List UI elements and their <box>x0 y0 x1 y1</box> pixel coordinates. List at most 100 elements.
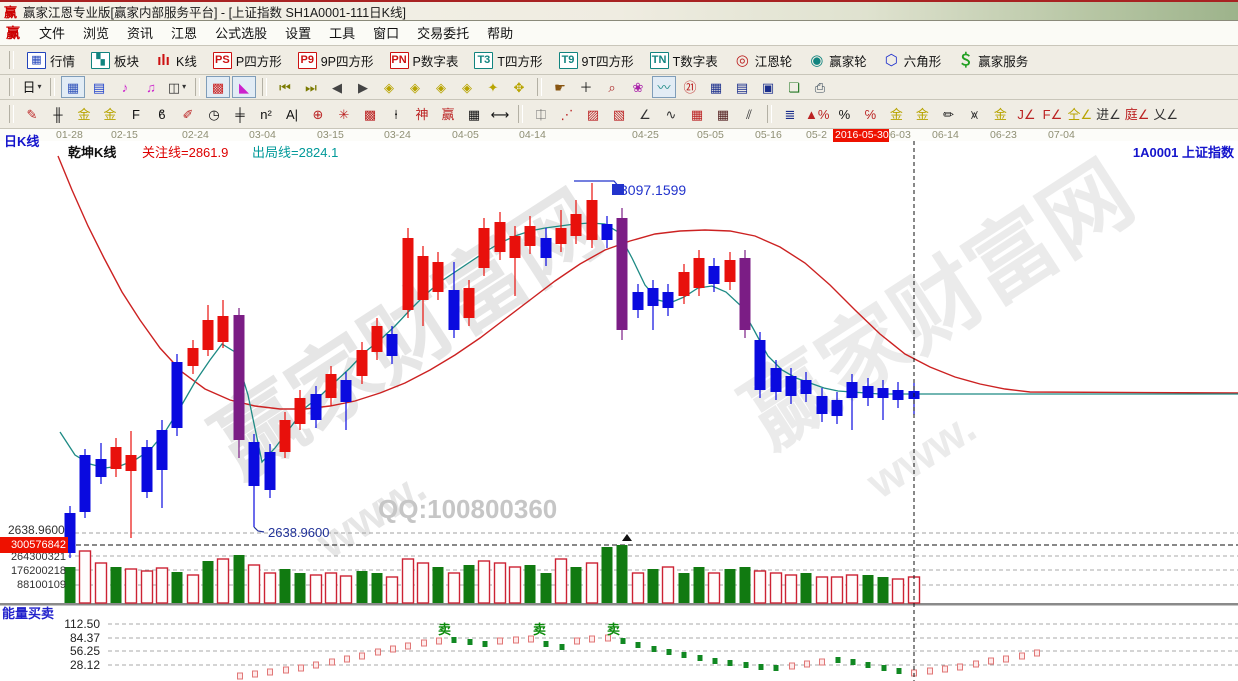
last-bar-button[interactable]: ⏭ <box>299 76 323 98</box>
save-button[interactable]: ▣ <box>756 76 780 98</box>
calendar-button[interactable]: ㉑ <box>678 76 702 98</box>
menu-item-浏览[interactable]: 浏览 <box>74 24 118 43</box>
percent-button[interactable]: % <box>832 102 856 126</box>
volume-profile-button[interactable]: ◣ <box>232 76 256 98</box>
candle-body <box>234 315 245 440</box>
gold-line2-button[interactable]: 金 <box>98 102 122 126</box>
pencil-tool-button[interactable]: ✎ <box>20 102 44 126</box>
n2-ruler-button[interactable]: n² <box>254 102 278 126</box>
ruler-123-button[interactable]: ▦ <box>462 102 486 126</box>
quotes-button[interactable]: ▦行情 <box>27 51 75 70</box>
menu-item-设置[interactable]: 设置 <box>276 24 320 43</box>
hatch-box2-button[interactable]: ▧ <box>607 102 631 126</box>
p-square-button[interactable]: PSP四方形 <box>213 51 282 70</box>
grid-box-button[interactable]: ▩ <box>358 102 382 126</box>
hexagon-button[interactable]: ⬡六角形 <box>883 51 942 70</box>
menu-item-工具[interactable]: 工具 <box>320 24 364 43</box>
chart-canvas[interactable]: 赢家财富网www.赢家财富网www.QQ:100800360卖卖卖3097.15… <box>0 141 1238 681</box>
winner-wheel-button[interactable]: ◉赢家轮 <box>808 51 867 70</box>
slash-rays-button[interactable]: ⫽ <box>737 102 761 126</box>
export-button[interactable]: ❏ <box>782 76 806 98</box>
gann-wheel-button[interactable]: ◎江恩轮 <box>734 51 793 70</box>
info-panel-button[interactable]: ▤ <box>87 76 111 98</box>
gann-grid-button[interactable]: ▩ <box>206 76 230 98</box>
clock-circle-button[interactable]: ◷ <box>202 102 226 126</box>
diamond-shrink-button[interactable]: ◈ <box>455 76 479 98</box>
menu-item-公式选股[interactable]: 公式选股 <box>206 24 276 43</box>
box-handle-button[interactable]: ⎅ <box>529 102 553 126</box>
menu-item-资讯[interactable]: 资讯 <box>118 24 162 43</box>
spiral-tool-button[interactable]: ϐ <box>150 102 174 126</box>
flower-tool-button[interactable]: ❀ <box>626 76 650 98</box>
gold-line1-button[interactable]: 金 <box>72 102 96 126</box>
diamond-cross-button[interactable]: ✥ <box>507 76 531 98</box>
ma3-button[interactable]: ♪ <box>113 76 137 98</box>
diamond-star-button[interactable]: ✦ <box>481 76 505 98</box>
first-bar-button[interactable]: ⏮ <box>273 76 297 98</box>
period-day-dropdown[interactable]: 日▾ <box>20 76 44 98</box>
brush-coin-button[interactable]: ✏ <box>936 102 960 126</box>
menu-item-文件[interactable]: 文件 <box>30 24 74 43</box>
ruler-tool-button[interactable]: ╫ <box>46 102 70 126</box>
t-square-button[interactable]: T3T四方形 <box>474 51 542 70</box>
peak-mark-button[interactable]: ⩙ <box>962 102 986 126</box>
a-line-button[interactable]: A| <box>280 102 304 126</box>
diamond-left-button[interactable]: ◈ <box>377 76 401 98</box>
h-arrow-button[interactable]: ⟷ <box>488 102 512 126</box>
percent-line-button[interactable]: ℅ <box>858 102 882 126</box>
menu-item-江恩[interactable]: 江恩 <box>162 24 206 43</box>
ying-tool-button[interactable]: 赢 <box>436 102 460 126</box>
circle-cross-button[interactable]: ⊕ <box>306 102 330 126</box>
t-number-table-button[interactable]: TNT数字表 <box>650 51 718 70</box>
gold-coin1-button[interactable]: 金 <box>884 102 908 126</box>
tick-ruler-button[interactable]: ╪ <box>228 102 252 126</box>
t9-square-button[interactable]: T99T四方形 <box>559 51 634 70</box>
diamond-right-button[interactable]: ◈ <box>403 76 427 98</box>
calculator-button[interactable]: ▦ <box>704 76 728 98</box>
angle-rays-button[interactable]: ∠ <box>633 102 657 126</box>
crosshair-button[interactable]: ＋ <box>574 76 598 98</box>
p-number-table-button[interactable]: PNP数字表 <box>390 51 459 70</box>
wave-tool-button[interactable]: 〰 <box>652 76 676 98</box>
menu-item-帮助[interactable]: 帮助 <box>478 24 522 43</box>
hatch-box1-button[interactable]: ▨ <box>581 102 605 126</box>
zoom-tool-button[interactable]: ⌕ <box>600 76 624 98</box>
date-tick: 02-24 <box>182 129 209 141</box>
candle-style-dropdown[interactable]: ◫▾ <box>165 76 189 98</box>
red-grid1-button[interactable]: ▦ <box>685 102 709 126</box>
red-rays-button[interactable]: ⋰ <box>555 102 579 126</box>
gold-angle-button[interactable]: 金 <box>988 102 1012 126</box>
candle-body <box>111 447 122 469</box>
prev-bar-button[interactable]: ◀ <box>325 76 349 98</box>
winner-service-button[interactable]: ＄赢家服务 <box>957 51 1028 70</box>
ting-angle-button[interactable]: 庭∠ <box>1124 102 1151 126</box>
diamond-expand-button[interactable]: ◈ <box>429 76 453 98</box>
gold-coin2-button[interactable]: 金 <box>910 102 934 126</box>
percent-tri-button[interactable]: ▲% <box>804 102 830 126</box>
sectors-button[interactable]: ▚板块 <box>91 51 139 70</box>
small-marks-button[interactable]: ⍿ <box>384 102 408 126</box>
print-button[interactable]: ⎙ <box>808 76 832 98</box>
histogram-note-button[interactable]: ≣ <box>778 102 802 126</box>
p9-square-button[interactable]: P99P四方形 <box>298 51 374 70</box>
f-ruler-button[interactable]: F <box>124 102 148 126</box>
starburst-button[interactable]: ✳ <box>332 102 356 126</box>
menu-item-窗口[interactable]: 窗口 <box>364 24 408 43</box>
menu-item-交易委托[interactable]: 交易委托 <box>408 24 478 43</box>
yi-angle-button[interactable]: 乂∠ <box>1152 102 1179 126</box>
red-pencil-button[interactable]: ✐ <box>176 102 200 126</box>
f-angle-button[interactable]: F∠ <box>1040 102 1064 126</box>
layout-grid-button[interactable]: ▦ <box>61 76 85 98</box>
kline-button[interactable]: ılıK线 <box>155 51 197 70</box>
notes-button[interactable]: ▤ <box>730 76 754 98</box>
red-grid2-button[interactable]: ▦ <box>711 102 735 126</box>
quan-angle-button[interactable]: 仝∠ <box>1066 102 1093 126</box>
next-bar-button[interactable]: ▶ <box>351 76 375 98</box>
j-angle-button[interactable]: J∠ <box>1014 102 1038 126</box>
jin-angle-button[interactable]: 进∠ <box>1095 102 1122 126</box>
indicator-mark <box>483 641 488 647</box>
ma9-button[interactable]: ♫ <box>139 76 163 98</box>
hand-tool-button[interactable]: ☛ <box>548 76 572 98</box>
wave-line-button[interactable]: ∿ <box>659 102 683 126</box>
shen-tool-button[interactable]: 神 <box>410 102 434 126</box>
